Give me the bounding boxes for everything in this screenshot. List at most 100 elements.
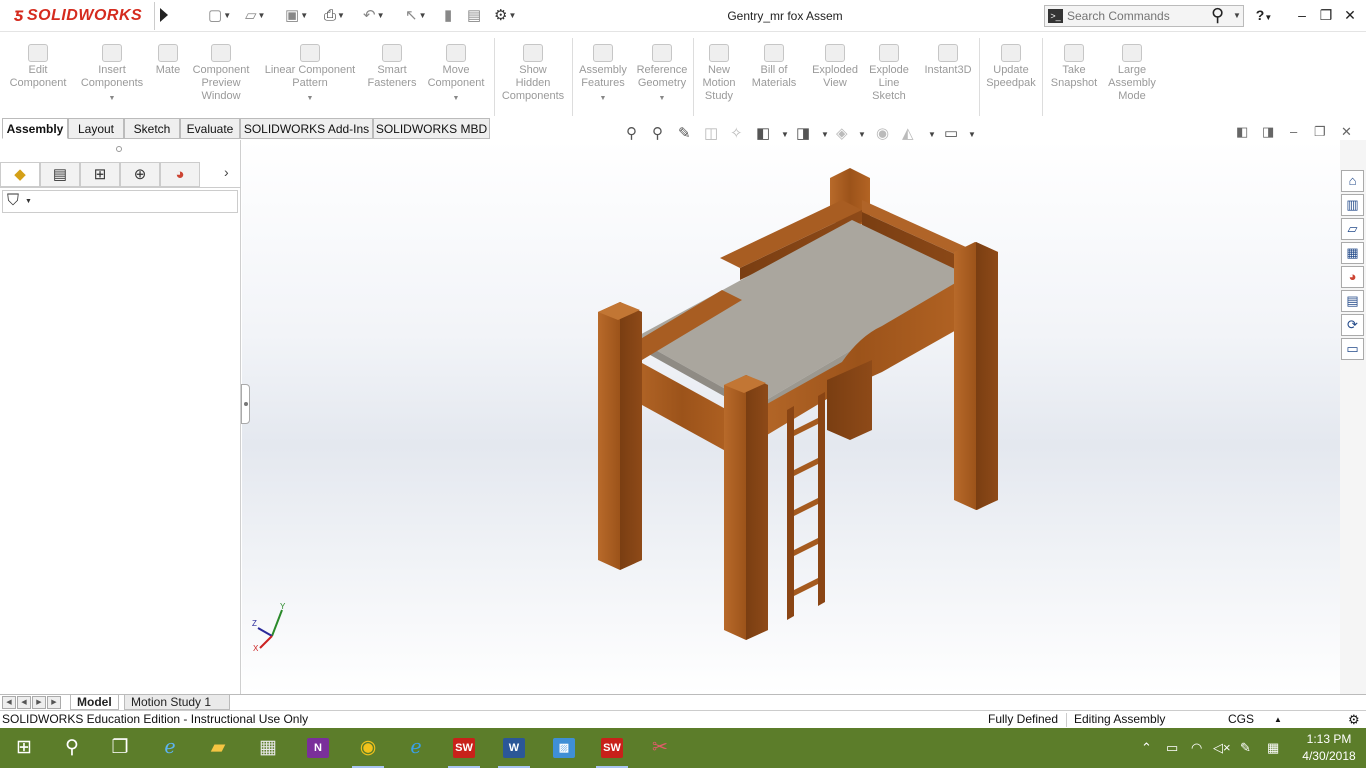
show-hidden-components-button[interactable]: Show Hidden Components <box>497 44 569 103</box>
bill-of-materials-button[interactable]: Bill of Materials <box>745 44 803 90</box>
solidworks-resources-icon[interactable]: ⟳ <box>1341 314 1364 336</box>
search-icon[interactable]: ⚲ <box>48 728 96 768</box>
chevron-down-icon[interactable]: ▼ <box>968 125 976 145</box>
explode-line-sketch-button[interactable]: Explode Line Sketch <box>864 44 914 103</box>
customize-status-icon[interactable]: ⚙ <box>1348 711 1360 728</box>
panel-grip[interactable] <box>116 146 122 152</box>
filter-box[interactable]: ⛉ ▼ <box>2 190 238 213</box>
loft-bed-model[interactable] <box>242 140 1340 694</box>
tab-addins[interactable]: SOLIDWORKS Add-Ins <box>240 118 373 139</box>
file-explorer-icon[interactable]: ▰ <box>194 728 242 768</box>
next-tab-icon[interactable]: ▶ <box>32 696 46 709</box>
minimize-icon[interactable]: – <box>1290 4 1314 26</box>
viewport-tile-left-icon[interactable]: ◧ <box>1236 124 1248 140</box>
tab-evaluate[interactable]: Evaluate <box>180 118 240 139</box>
undo-icon[interactable]: ↶▼ <box>363 6 385 26</box>
zoom-to-area-icon[interactable]: ⚲ <box>652 124 663 144</box>
chevron-down-icon[interactable]: ▼ <box>76 92 148 105</box>
chevron-down-icon[interactable]: ▼ <box>858 125 866 145</box>
hide-show-items-icon[interactable]: ◈ <box>836 124 848 144</box>
section-view-icon[interactable]: ◫ <box>704 124 718 144</box>
update-speedpak-button[interactable]: Update Speedpak <box>982 44 1040 90</box>
smart-fasteners-button[interactable]: Smart Fasteners <box>364 44 420 90</box>
chevron-down-icon[interactable]: ▼ <box>258 92 362 105</box>
viewport-close-icon[interactable]: ✕ <box>1341 124 1352 140</box>
volume-icon[interactable]: ◁× <box>1213 740 1231 756</box>
tab-layout[interactable]: Layout <box>68 118 124 139</box>
design-library-icon[interactable]: ▥ <box>1341 194 1364 216</box>
chevron-down-icon[interactable]: ▼ <box>632 92 692 105</box>
apply-scene-icon[interactable]: ◭ <box>902 124 914 144</box>
new-icon[interactable]: ▢▼ <box>208 6 231 26</box>
property-manager-icon[interactable]: ▤ <box>40 162 80 187</box>
help-button[interactable]: ?▼ <box>1252 4 1276 26</box>
menu-expand-icon[interactable] <box>160 8 168 22</box>
dynamic-annotation-icon[interactable]: ✧ <box>730 124 743 144</box>
custom-properties-icon[interactable]: ▤ <box>1341 290 1364 312</box>
search-icon[interactable]: ⚲ <box>1211 5 1224 26</box>
viewport-minimize-icon[interactable]: – <box>1290 124 1297 139</box>
graphics-area[interactable]: Y Z X <box>242 140 1340 694</box>
previous-view-icon[interactable]: ✎ <box>678 124 691 144</box>
search-commands-box[interactable]: >_ ⚲ ▼ <box>1044 5 1244 27</box>
move-component-button[interactable]: Move Component ▼ <box>422 44 490 105</box>
linear-component-pattern-button[interactable]: Linear Component Pattern ▼ <box>258 44 362 105</box>
tab-assembly[interactable]: Assembly <box>2 118 68 139</box>
chevron-up-icon[interactable]: ⌃ <box>1141 740 1152 756</box>
reference-geometry-button[interactable]: Reference Geometry ▼ <box>632 44 692 105</box>
onenote-icon[interactable]: N <box>294 728 342 768</box>
display-manager-icon[interactable]: ◕ <box>160 162 200 187</box>
chevron-right-icon[interactable]: › <box>224 164 229 180</box>
chevron-down-icon[interactable]: ▼ <box>1233 11 1241 20</box>
view-settings-icon[interactable]: ▭ <box>944 124 958 144</box>
chrome-icon[interactable]: ◉ <box>344 728 392 768</box>
paint-icon[interactable]: ▨ <box>540 728 588 768</box>
search-input[interactable] <box>1067 8 1207 24</box>
tab-motion-study[interactable]: Motion Study 1 <box>124 695 230 710</box>
options-icon[interactable]: ⚙▼ <box>494 6 516 26</box>
battery-icon[interactable]: ▭ <box>1166 740 1178 756</box>
new-motion-study-button[interactable]: New Motion Study <box>696 44 742 103</box>
keyboard-icon[interactable]: ▦ <box>1267 740 1279 756</box>
exploded-view-button[interactable]: Exploded View <box>806 44 864 90</box>
chevron-up-icon[interactable]: ▲ <box>1274 711 1282 728</box>
units-selector[interactable]: CGS <box>1228 711 1254 728</box>
view-orientation-icon[interactable]: ◧ <box>756 124 770 144</box>
internet-explorer-icon[interactable]: ℯ <box>392 728 440 768</box>
large-assembly-mode-button[interactable]: Large Assembly Mode <box>1104 44 1160 103</box>
word-icon[interactable]: W <box>490 728 538 768</box>
store-icon[interactable]: ▦ <box>244 728 292 768</box>
chevron-down-icon[interactable]: ▼ <box>821 125 829 145</box>
prev-tab-icon[interactable]: ◀ <box>17 696 31 709</box>
insert-components-button[interactable]: Insert Components ▼ <box>76 44 148 105</box>
zoom-to-fit-icon[interactable]: ⚲ <box>626 124 637 144</box>
task-view-icon[interactable]: ❐ <box>96 728 144 768</box>
rebuild-icon[interactable]: ▮ <box>444 6 452 26</box>
solidworks-logo[interactable]: ƽ SOLIDWORKS <box>14 2 142 30</box>
configuration-manager-icon[interactable]: ⊞ <box>80 162 120 187</box>
dimxpert-manager-icon[interactable]: ⊕ <box>120 162 160 187</box>
solidworks-icon[interactable]: SW <box>440 728 488 768</box>
edit-component-button[interactable]: Edit Component <box>4 44 72 90</box>
chevron-down-icon[interactable]: ▼ <box>575 92 631 105</box>
take-snapshot-button[interactable]: Take Snapshot <box>1045 44 1103 90</box>
chevron-down-icon[interactable]: ▼ <box>781 125 789 145</box>
forum-icon[interactable]: ▭ <box>1341 338 1364 360</box>
instant3d-button[interactable]: Instant3D <box>918 44 978 77</box>
display-style-icon[interactable]: ◨ <box>796 124 810 144</box>
file-explorer-icon[interactable]: ▱ <box>1341 218 1364 240</box>
home-icon[interactable]: ⌂ <box>1341 170 1364 192</box>
open-icon[interactable]: ▱▼ <box>245 6 265 26</box>
pen-icon[interactable]: ✎ <box>1240 740 1251 756</box>
feature-manager-icon[interactable]: ◆ <box>0 162 40 187</box>
view-palette-icon[interactable]: ▦ <box>1341 242 1364 264</box>
restore-icon[interactable]: ❐ <box>1314 4 1338 26</box>
snipping-icon[interactable]: ✂ <box>636 728 684 768</box>
solidworks-2017-icon[interactable]: SW <box>588 728 636 768</box>
close-icon[interactable]: ✕ <box>1338 4 1362 26</box>
ladder[interactable] <box>787 392 825 620</box>
first-tab-icon[interactable]: ◀ <box>2 696 16 709</box>
tab-mbd[interactable]: SOLIDWORKS MBD <box>373 118 490 139</box>
start-icon[interactable]: ⊞ <box>0 728 48 768</box>
file-properties-icon[interactable]: ▤ <box>467 6 481 26</box>
